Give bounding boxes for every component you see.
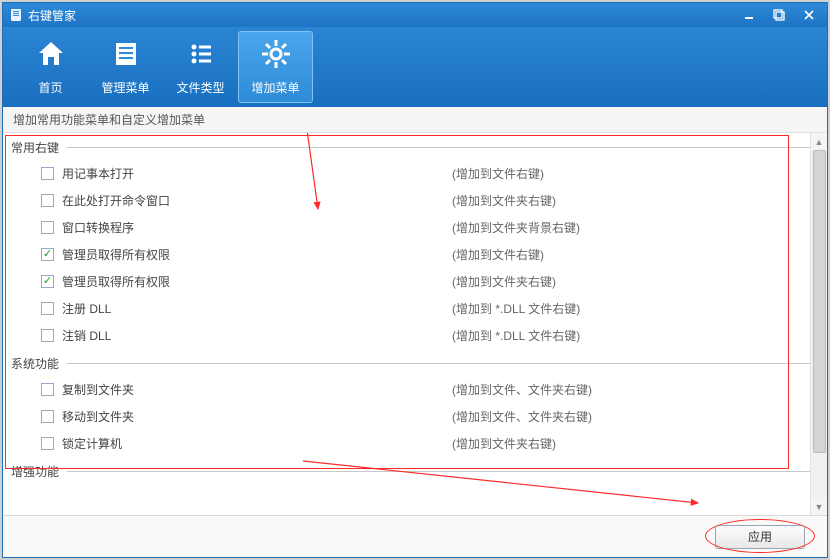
option-label: 管理员取得所有权限 [62,246,452,263]
minimize-button[interactable] [735,6,763,24]
option-row: 注册 DLL(增加到 *.DLL 文件右键) [11,295,819,322]
gear-icon [260,38,292,73]
option-hint: (增加到文件夹右键) [452,192,556,209]
option-row: 窗口转换程序(增加到文件夹背景右键) [11,214,819,241]
option-label: 移动到文件夹 [62,408,452,425]
toolbar: 首页 管理菜单 文件类型 增加菜单 [3,27,827,107]
option-row: 移动到文件夹(增加到文件、文件夹右键) [11,403,819,430]
toolbar-item-1[interactable]: 管理菜单 [88,27,163,107]
toolbar-item-label: 管理菜单 [101,79,149,96]
option-row: 管理员取得所有权限(增加到文件夹右键) [11,268,819,295]
group-divider [67,147,819,148]
scroll-track[interactable] [811,150,827,498]
group-title: 系统功能 [11,355,59,372]
app-window: 右键管家 首页 管理菜单 文件类型 增加菜单 增加常用功能菜单和自定义增加菜单 常用右… [2,2,828,558]
toolbar-item-2[interactable]: 文件类型 [163,27,238,107]
checkbox[interactable] [41,275,54,288]
toolbar-item-0[interactable]: 首页 [13,27,88,107]
option-label: 锁定计算机 [62,435,452,452]
group-title: 常用右键 [11,139,59,156]
option-label: 注销 DLL [62,327,452,344]
scroll-up-button[interactable]: ▲ [811,133,827,150]
checkbox[interactable] [41,167,54,180]
options-icon [185,38,217,73]
option-hint: (增加到 *.DLL 文件右键) [452,300,580,317]
group-title: 增强功能 [11,463,59,480]
checkbox[interactable] [41,248,54,261]
window-title: 右键管家 [28,7,733,24]
option-row: 锁定计算机(增加到文件夹右键) [11,430,819,457]
option-label: 管理员取得所有权限 [62,273,452,290]
group-divider [67,363,819,364]
vertical-scrollbar[interactable]: ▲ ▼ [810,133,827,515]
scroll-thumb[interactable] [813,150,826,453]
maximize-button[interactable] [765,6,793,24]
app-icon [9,8,23,22]
footer: 应用 [3,515,827,557]
option-label: 复制到文件夹 [62,381,452,398]
checkbox[interactable] [41,221,54,234]
window-controls [733,6,823,24]
option-hint: (增加到文件夹右键) [452,273,556,290]
checkbox[interactable] [41,410,54,423]
content-area: 常用右键用记事本打开(增加到文件右键)在此处打开命令窗口(增加到文件夹右键)窗口… [3,133,827,515]
toolbar-item-label: 文件类型 [176,79,224,96]
scroll-down-button[interactable]: ▼ [811,498,827,515]
option-label: 在此处打开命令窗口 [62,192,452,209]
group-header: 增强功能 [11,463,819,480]
option-hint: (增加到文件、文件夹右键) [452,408,592,425]
option-row: 注销 DLL(增加到 *.DLL 文件右键) [11,322,819,349]
group-header: 常用右键 [11,139,819,156]
group-1: 系统功能复制到文件夹(增加到文件、文件夹右键)移动到文件夹(增加到文件、文件夹右… [11,355,819,457]
checkbox[interactable] [41,437,54,450]
titlebar: 右键管家 [3,3,827,27]
option-hint: (增加到文件右键) [452,246,544,263]
toolbar-item-label: 增加菜单 [251,79,299,96]
apply-button[interactable]: 应用 [715,525,805,549]
option-hint: (增加到文件、文件夹右键) [452,381,592,398]
subheader: 增加常用功能菜单和自定义增加菜单 [3,107,827,133]
option-row: 复制到文件夹(增加到文件、文件夹右键) [11,376,819,403]
group-0: 常用右键用记事本打开(增加到文件右键)在此处打开命令窗口(增加到文件夹右键)窗口… [11,139,819,349]
list-icon [110,38,142,73]
option-row: 用记事本打开(增加到文件右键) [11,160,819,187]
subheader-text: 增加常用功能菜单和自定义增加菜单 [13,111,205,128]
apply-button-label: 应用 [748,528,772,545]
close-button[interactable] [795,6,823,24]
option-label: 窗口转换程序 [62,219,452,236]
toolbar-item-label: 首页 [38,79,62,96]
group-divider [67,471,819,472]
option-hint: (增加到文件夹背景右键) [452,219,580,236]
option-hint: (增加到文件夹右键) [452,435,556,452]
option-label: 用记事本打开 [62,165,452,182]
checkbox[interactable] [41,383,54,396]
option-hint: (增加到文件右键) [452,165,544,182]
option-hint: (增加到 *.DLL 文件右键) [452,327,580,344]
group-header: 系统功能 [11,355,819,372]
checkbox[interactable] [41,194,54,207]
home-icon [35,38,67,73]
checkbox[interactable] [41,329,54,342]
toolbar-item-3[interactable]: 增加菜单 [238,31,313,103]
option-row: 管理员取得所有权限(增加到文件右键) [11,241,819,268]
option-row: 在此处打开命令窗口(增加到文件夹右键) [11,187,819,214]
group-2: 增强功能 [11,463,819,480]
checkbox[interactable] [41,302,54,315]
option-label: 注册 DLL [62,300,452,317]
